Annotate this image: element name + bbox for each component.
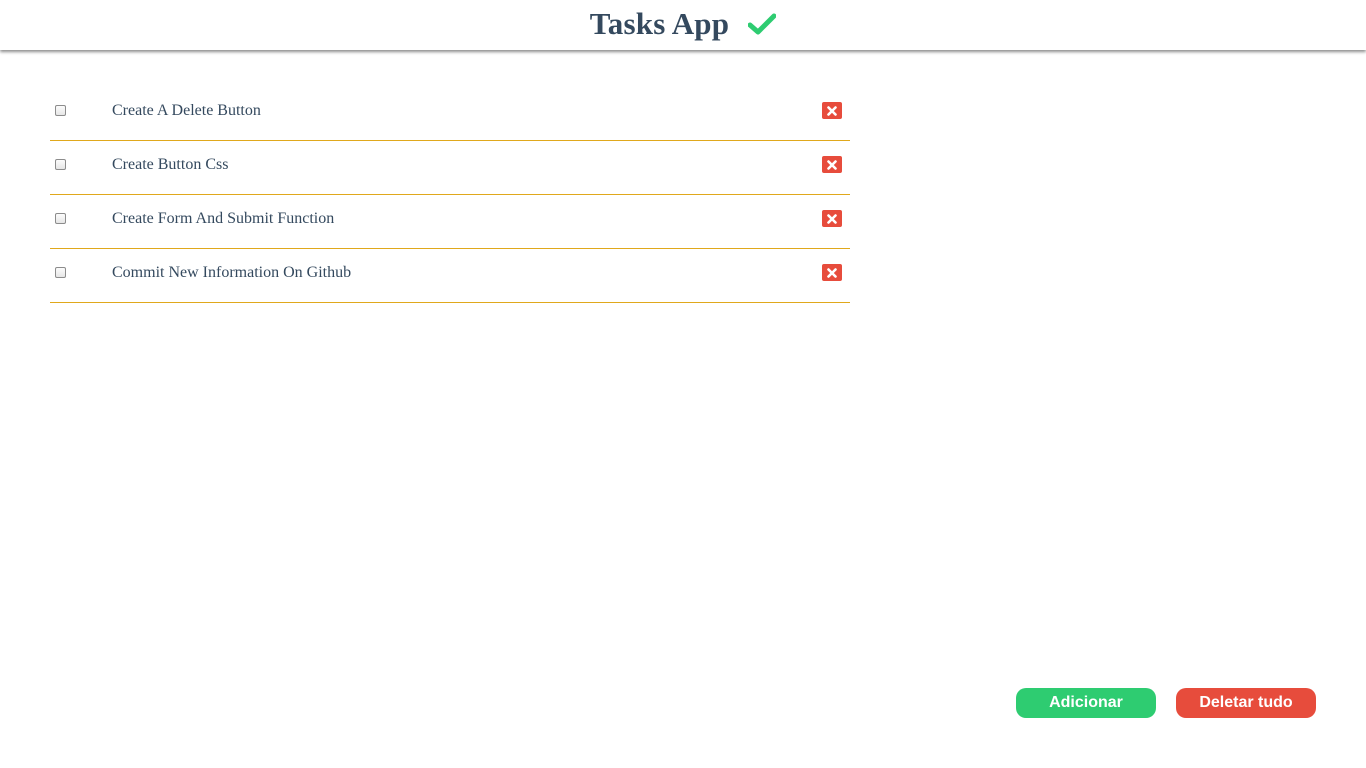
task-label: Create Form And Submit Function: [112, 210, 335, 227]
task-list: Create A Delete Button Create Button Css…: [50, 87, 850, 303]
delete-task-button[interactable]: [822, 102, 842, 119]
app-header: Tasks App: [0, 0, 1366, 50]
close-icon: [827, 159, 837, 170]
task-checkbox[interactable]: [55, 267, 66, 278]
task-checkbox[interactable]: [55, 159, 66, 170]
task-label: Create Button Css: [112, 156, 229, 173]
page-title: Tasks App: [589, 6, 730, 41]
task-item: Commit New Information On Github: [50, 249, 850, 303]
task-item: Create Form And Submit Function: [50, 195, 850, 249]
delete-task-button[interactable]: [822, 264, 842, 281]
task-item: Create A Delete Button: [50, 87, 850, 141]
task-checkbox[interactable]: [55, 105, 66, 116]
check-icon: [747, 13, 777, 35]
task-checkbox[interactable]: [55, 213, 66, 224]
delete-all-button[interactable]: Deletar tudo: [1176, 688, 1316, 718]
delete-task-button[interactable]: [822, 156, 842, 173]
delete-task-button[interactable]: [822, 210, 842, 227]
add-task-button[interactable]: Adicionar: [1016, 688, 1156, 718]
close-icon: [827, 213, 837, 224]
task-label: Create A Delete Button: [112, 102, 261, 119]
close-icon: [827, 105, 837, 116]
task-label: Commit New Information On Github: [112, 264, 352, 281]
task-item: Create Button Css: [50, 141, 850, 195]
close-icon: [827, 267, 837, 278]
